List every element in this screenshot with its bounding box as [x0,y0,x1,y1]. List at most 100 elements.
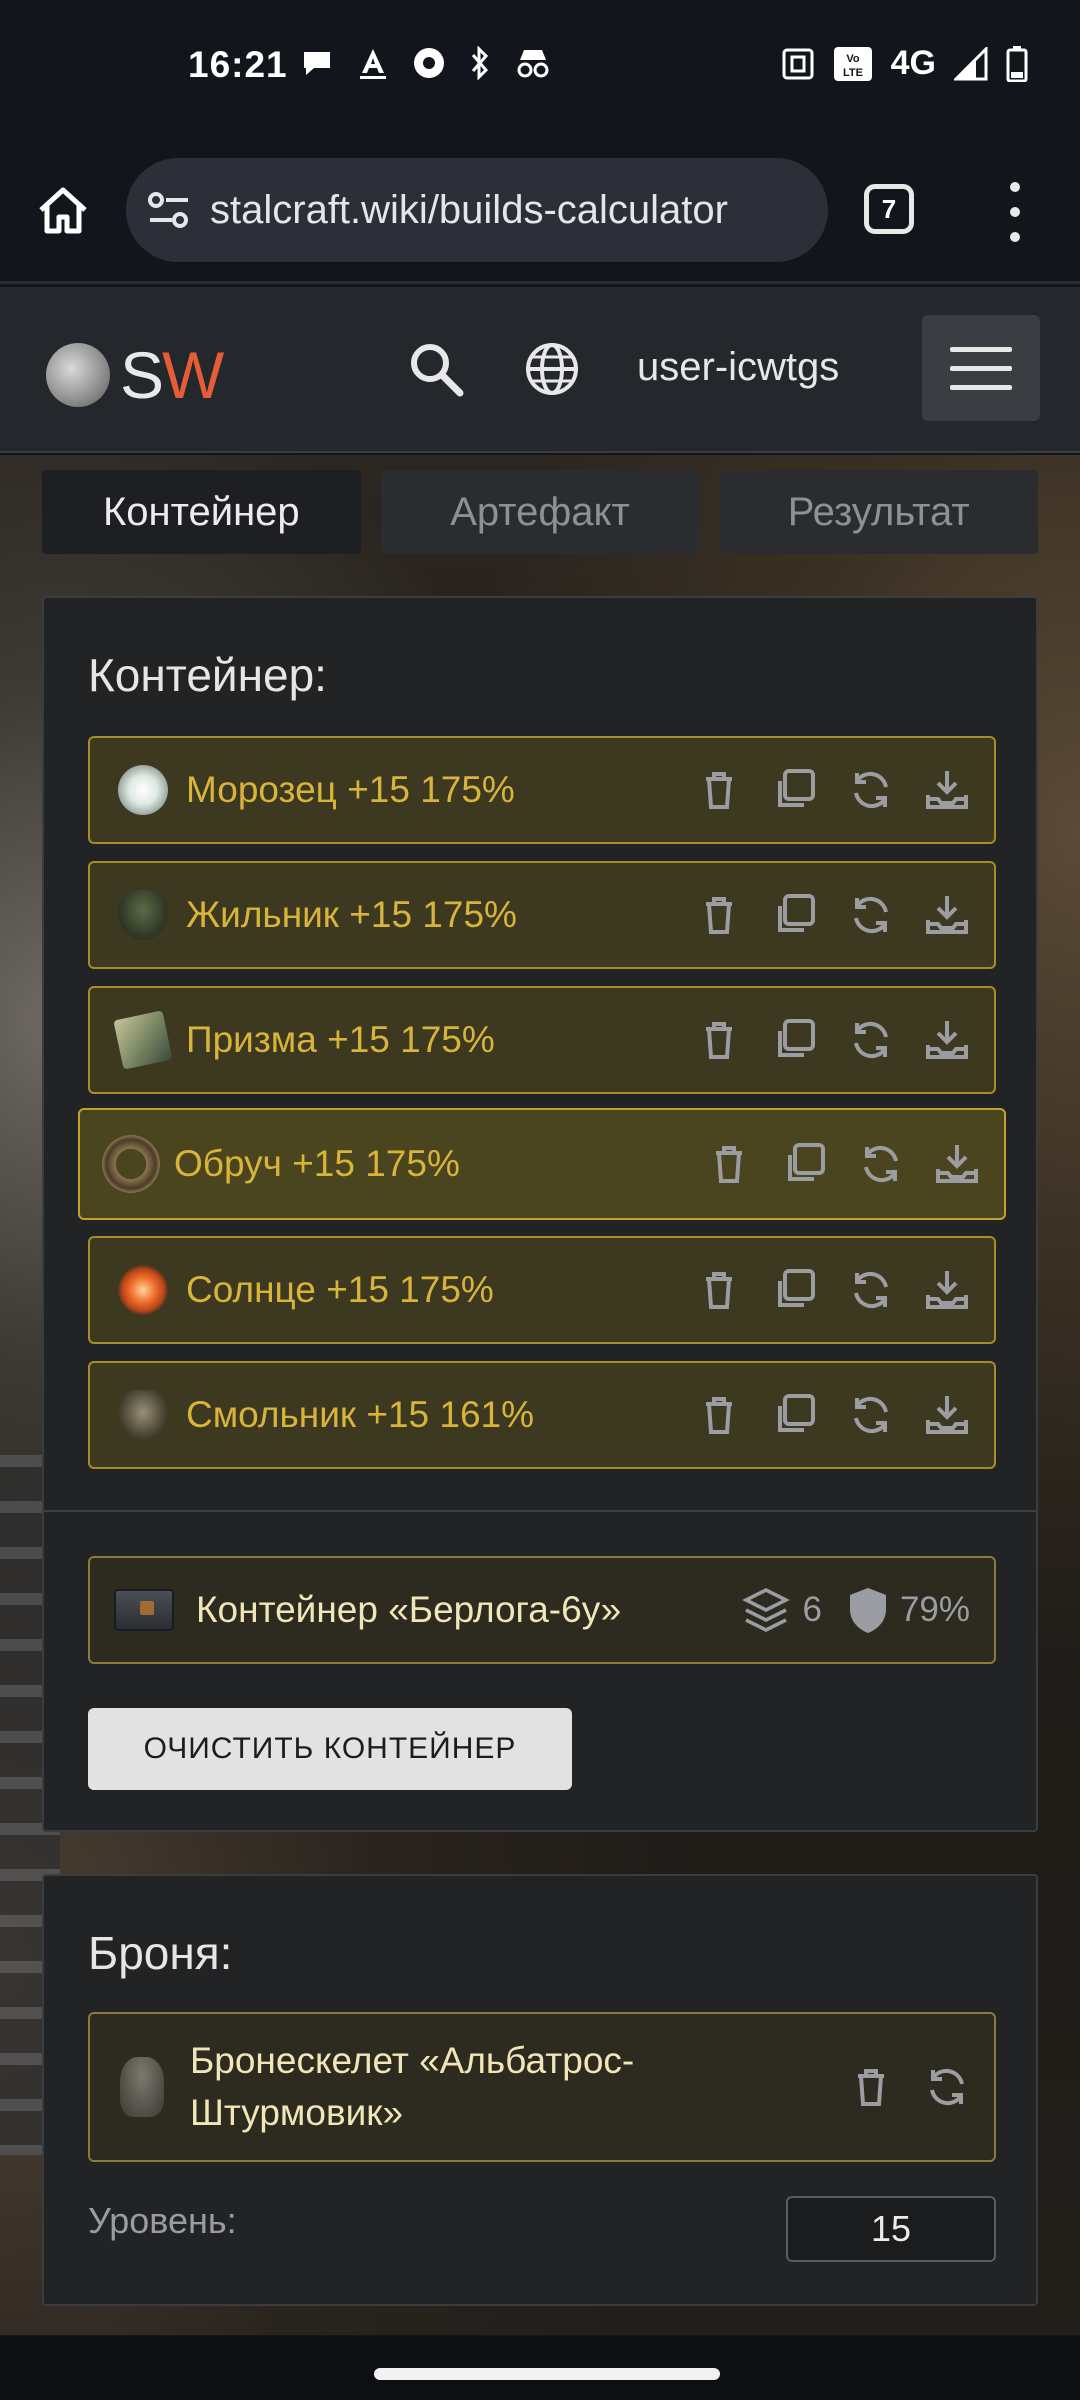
artifact-row-hovered[interactable]: Обруч +15 175% [78,1108,1006,1220]
volte-icon: Vo LTE [833,46,872,81]
system-icons: Vo LTE 4G [781,44,1028,83]
replace-icon[interactable] [846,765,896,815]
delete-icon[interactable] [694,1015,744,1065]
level-input[interactable]: 15 [786,2196,996,2262]
logo-globe-icon [46,343,110,407]
copy-icon[interactable] [770,890,820,940]
shield-icon [849,1588,886,1633]
delete-icon[interactable] [694,765,744,815]
delete-icon[interactable] [694,1265,744,1315]
artifact-label: Солнце +15 175% [186,1269,494,1310]
artifact-label: Призма +15 175% [186,1019,495,1060]
artifact-row[interactable]: Смольник +15 161% [88,1361,996,1469]
replace-icon[interactable] [922,2062,972,2112]
container-label: Контейнер «Берлога-6у» [196,1589,622,1630]
delete-icon[interactable] [694,1390,744,1440]
replace-icon[interactable] [846,890,896,940]
text-a-icon [360,49,386,79]
exoskeleton-icon [120,2057,164,2117]
armor-panel: Броня: Бронескелет «Альбатрос-Штурмовик»… [42,1874,1038,2306]
tab-result[interactable]: Результат [719,470,1039,554]
notification-icons [300,46,552,80]
delete-icon[interactable] [704,1139,754,1189]
browser-toolbar: stalcraft.wiki/builds-calculator 7 [0,140,1080,284]
tab-artifact[interactable]: Артефакт [380,470,700,554]
armor-selector[interactable]: Бронескелет «Альбатрос-Штурмовик» [88,2012,996,2162]
calculator-tabs: Контейнер Артефакт Результат [42,470,1039,554]
search-icon[interactable] [404,337,468,401]
replace-icon[interactable] [846,1390,896,1440]
container-icon [114,1589,174,1631]
artifact-label: Обруч +15 175% [174,1143,460,1184]
artifact-row[interactable]: Жильник +15 175% [88,861,996,969]
clear-container-button[interactable]: ОЧИСТИТЬ КОНТЕЙНЕР [88,1708,572,1790]
username-link[interactable]: user-icwtgs [637,345,839,390]
artifact-label: Морозец +15 175% [186,769,515,810]
site-logo[interactable]: SW [46,337,224,413]
browser-menu-button[interactable] [1000,182,1030,242]
tab-container[interactable]: Контейнер [42,470,361,554]
status-time: 16:21 [188,44,288,85]
download-icon[interactable] [922,1015,972,1065]
incognito-icon [517,50,549,78]
slots-count: 6 [802,1590,822,1629]
nfc-icon [782,48,814,79]
download-icon[interactable] [932,1139,982,1189]
site-settings-icon [148,192,188,228]
copy-icon[interactable] [780,1139,830,1189]
replace-icon[interactable] [846,1015,896,1065]
artifact-label: Смольник +15 161% [186,1394,535,1435]
container-protection: 79% [846,1585,970,1635]
bluetooth-icon [471,46,489,80]
tab-switcher-button[interactable]: 7 [864,184,914,234]
battery-icon [1006,45,1028,82]
armor-label: Бронескелет «Альбатрос-Штурмовик» [190,2040,635,2133]
layers-icon [742,1588,791,1632]
site-menu-button[interactable] [922,315,1040,421]
delete-icon[interactable] [846,2062,896,2112]
url-text: stalcraft.wiki/builds-calculator [210,187,728,232]
record-icon [414,48,444,78]
url-bar[interactable]: stalcraft.wiki/builds-calculator [126,158,828,262]
signal-icon [954,46,988,80]
armor-panel-title: Броня: [88,1927,233,1979]
delete-icon[interactable] [694,890,744,940]
protection-value: 79% [899,1590,970,1629]
container-panel-title: Контейнер: [88,649,327,701]
download-icon[interactable] [922,765,972,815]
system-nav-bar [0,2336,1080,2400]
chat-bubble-icon [304,52,330,75]
artifact-row[interactable]: Морозец +15 175% [88,736,996,844]
level-label: Уровень: [88,2200,237,2241]
gesture-handle[interactable] [374,2368,720,2380]
site-header: SW user-icwtgs [0,287,1080,453]
copy-icon[interactable] [770,1390,820,1440]
language-globe-icon[interactable] [520,337,584,401]
svg-text:LTE: LTE [843,67,863,79]
logo-letter-w: W [162,338,224,412]
sun-artifact-icon [118,1265,168,1315]
copy-icon[interactable] [770,765,820,815]
vein-artifact-icon [118,890,168,940]
home-button[interactable] [30,178,96,244]
container-panel: Контейнер: Морозец +15 175% Жильник +15 … [42,596,1038,1832]
download-icon[interactable] [922,1390,972,1440]
frost-artifact-icon [118,765,168,815]
download-icon[interactable] [922,1265,972,1315]
resin-artifact-icon [118,1390,168,1440]
download-icon[interactable] [922,890,972,940]
status-bar: 16:21 Vo LTE 4G [0,0,1080,140]
container-selector[interactable]: Контейнер «Берлога-6у» 6 79% [88,1556,996,1664]
copy-icon[interactable] [770,1015,820,1065]
copy-icon[interactable] [770,1265,820,1315]
replace-icon[interactable] [856,1139,906,1189]
prism-artifact-icon [113,1010,173,1070]
hoop-artifact-icon [102,1135,160,1193]
home-icon [39,187,87,234]
replace-icon[interactable] [846,1265,896,1315]
artifact-row[interactable]: Солнце +15 175% [88,1236,996,1344]
artifact-label: Жильник +15 175% [186,894,517,935]
divider [44,1510,1036,1512]
logo-letter-s: S [120,338,164,412]
artifact-row[interactable]: Призма +15 175% [88,986,996,1094]
